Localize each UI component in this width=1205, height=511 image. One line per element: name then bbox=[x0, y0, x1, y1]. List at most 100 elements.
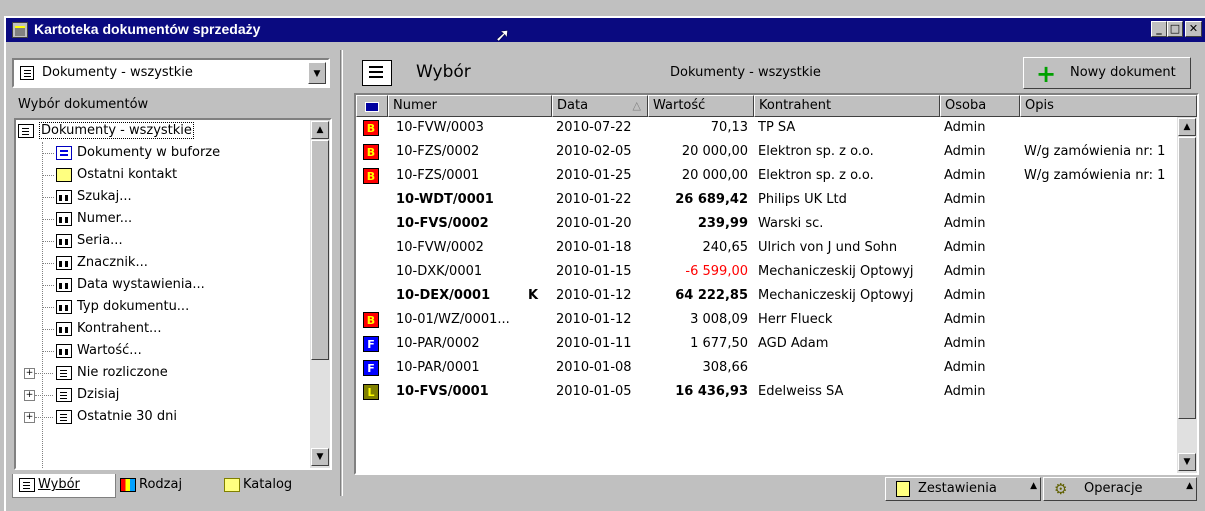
table-row[interactable]: B 10-01/WZ/0001... 2010-01-12 3 008,09 Herr … bbox=[356, 309, 1176, 331]
tree-item-contractor[interactable]: Kontrahent... bbox=[56, 318, 161, 340]
operations-button[interactable]: ⚙ Operacje ▲ bbox=[1043, 477, 1197, 501]
scroll-up-icon[interactable]: ▲ bbox=[1178, 118, 1196, 136]
tree-item-label: Nie rozliczone bbox=[77, 365, 168, 380]
cell-data: 2010-01-22 bbox=[556, 192, 632, 207]
scroll-down-icon[interactable]: ▼ bbox=[1178, 453, 1196, 471]
table-row[interactable]: 10-FVS/0002 2010-01-20 239,99 Warski sc. Adm… bbox=[356, 213, 1176, 235]
tree-item-today[interactable]: Dzisiaj bbox=[56, 384, 119, 406]
table-row[interactable]: B 10-FVW/0003 2010-07-22 70,13 TP SA Admin bbox=[356, 117, 1176, 139]
document-status-badge: B bbox=[363, 168, 379, 184]
table-row[interactable]: B 10-FZS/0002 2010-02-05 20 000,00 Elektron … bbox=[356, 141, 1176, 163]
table-scrollbar[interactable]: ▲ ▼ bbox=[1177, 117, 1197, 473]
expand-icon[interactable]: + bbox=[24, 412, 35, 423]
tree-item-issue-date[interactable]: Data wystawienia... bbox=[56, 274, 205, 296]
scroll-thumb[interactable] bbox=[311, 140, 329, 360]
cell-opis bbox=[1024, 357, 1176, 379]
tree-scrollbar[interactable]: ▲ ▼ bbox=[310, 120, 330, 468]
binoculars-icon bbox=[56, 321, 72, 336]
cell-opis bbox=[1024, 381, 1176, 403]
tree-line bbox=[42, 175, 54, 176]
cell-data: 2010-01-12 bbox=[556, 312, 632, 327]
tree-item-number[interactable]: Numer... bbox=[56, 208, 132, 230]
table-row[interactable]: 10-DXK/0001 2010-01-15 -6 599,00 Mechanicze… bbox=[356, 261, 1176, 283]
column-opis[interactable]: Opis bbox=[1020, 95, 1197, 117]
documents-panel: Wybór Dokumenty - wszystkie + Nowy dokum… bbox=[350, 52, 1201, 501]
column-osoba[interactable]: Osoba bbox=[940, 95, 1020, 117]
splitter[interactable] bbox=[340, 50, 343, 496]
tree-item-search[interactable]: Szukaj... bbox=[56, 186, 132, 208]
cell-flag: K bbox=[528, 288, 539, 303]
new-document-button[interactable]: + Nowy dokument bbox=[1023, 57, 1191, 89]
tree-item-unsettled[interactable]: Nie rozliczone bbox=[56, 362, 168, 384]
cell-data: 2010-01-08 bbox=[556, 360, 632, 375]
close-icon[interactable]: ✕ bbox=[1185, 21, 1202, 37]
cell-kontrahent: Mechaniczeskij Optowyj bbox=[758, 264, 914, 279]
tree-item-last-contact[interactable]: Ostatni kontakt bbox=[56, 164, 177, 186]
column-data[interactable]: Data △ bbox=[552, 95, 648, 117]
folder-icon bbox=[224, 477, 240, 492]
tab-label: Wybór bbox=[38, 477, 80, 492]
cell-flag bbox=[528, 357, 548, 379]
table-row[interactable]: B 10-FZS/0001 2010-01-25 20 000,00 Elektron … bbox=[356, 165, 1176, 187]
column-kontrahent[interactable]: Kontrahent bbox=[754, 95, 940, 117]
table-row[interactable]: F 10-PAR/0001 2010-01-08 308,66 Admin bbox=[356, 357, 1176, 379]
mouse-cursor-icon: ➚ bbox=[495, 25, 511, 46]
expand-icon[interactable]: + bbox=[24, 390, 35, 401]
tab-katalog[interactable]: Katalog bbox=[224, 474, 328, 498]
cell-flag bbox=[528, 165, 548, 187]
tree-item-last-30-days[interactable]: Ostatnie 30 dni bbox=[56, 406, 177, 428]
reports-button[interactable]: Zestawienia ▲ bbox=[885, 477, 1041, 501]
expand-icon[interactable]: + bbox=[24, 368, 35, 379]
table-row[interactable]: 10-WDT/0001 2010-01-22 26 689,42 Philips UK… bbox=[356, 189, 1176, 211]
table-row[interactable]: 10-FVW/0002 2010-01-18 240,65 Ulrich von J … bbox=[356, 237, 1176, 259]
tab-wybor[interactable]: Wybór bbox=[12, 474, 116, 498]
tree-item-value[interactable]: Wartość... bbox=[56, 340, 142, 362]
cell-numer: 10-FVW/0003 bbox=[396, 120, 484, 135]
tree-item-series[interactable]: Seria... bbox=[56, 230, 123, 252]
document-status-badge: L bbox=[363, 384, 379, 400]
tree-item-all-documents[interactable]: Dokumenty - wszystkie bbox=[18, 120, 194, 142]
scroll-up-icon[interactable]: ▲ bbox=[311, 121, 329, 139]
panel-title: Wybór bbox=[416, 62, 471, 82]
cell-data: 2010-01-05 bbox=[556, 384, 632, 399]
binoculars-icon bbox=[56, 343, 72, 358]
plus-icon: + bbox=[1036, 60, 1057, 88]
title-bar[interactable]: Kartoteka dokumentów sprzedaży _ □ ✕ bbox=[6, 18, 1205, 42]
chevron-down-icon[interactable]: ▼ bbox=[308, 62, 326, 84]
tab-rodzaj[interactable]: Rodzaj bbox=[120, 474, 216, 498]
tree-item-doc-type[interactable]: Typ dokumentu... bbox=[56, 296, 189, 318]
cell-wartosc: 20 000,00 bbox=[681, 168, 748, 183]
maximize-icon[interactable]: □ bbox=[1167, 21, 1183, 37]
cell-kontrahent: AGD Adam bbox=[758, 336, 829, 351]
table-row[interactable]: L 10-FVS/0001 2010-01-05 16 436,93 Edelweiss… bbox=[356, 381, 1176, 403]
cell-osoba: Admin bbox=[944, 264, 986, 279]
cell-data: 2010-01-11 bbox=[556, 336, 632, 351]
document-list-icon bbox=[20, 66, 34, 80]
cell-data: 2010-01-25 bbox=[556, 168, 632, 183]
column-select[interactable] bbox=[356, 95, 388, 117]
document-status-badge: B bbox=[363, 312, 379, 328]
tree-item-label: Ostatnie 30 dni bbox=[77, 409, 177, 424]
tree-item-marker[interactable]: Znacznik... bbox=[56, 252, 148, 274]
scroll-down-icon[interactable]: ▼ bbox=[311, 448, 329, 466]
app-icon[interactable] bbox=[12, 22, 28, 38]
binoculars-icon bbox=[56, 299, 72, 314]
bottom-toolbar: Zestawienia ▲ ⚙ Operacje ▲ bbox=[350, 475, 1201, 501]
tab-label: Katalog bbox=[243, 477, 293, 492]
cell-flag bbox=[528, 213, 548, 235]
scroll-thumb[interactable] bbox=[1178, 137, 1196, 419]
tree-line bbox=[42, 329, 54, 330]
cell-kontrahent: Philips UK Ltd bbox=[758, 192, 847, 207]
column-numer[interactable]: Numer bbox=[388, 95, 552, 117]
category-icon bbox=[120, 477, 136, 492]
tree-line bbox=[42, 142, 43, 468]
table-row[interactable]: F 10-PAR/0002 2010-01-11 1 677,50 AGD Adam Ad… bbox=[356, 333, 1176, 355]
tree-item-buffer[interactable]: Dokumenty w buforze bbox=[56, 142, 220, 164]
document-icon bbox=[19, 477, 35, 492]
selection-combo[interactable]: Dokumenty - wszystkie ▼ bbox=[12, 58, 330, 88]
column-wartosc[interactable]: Wartość bbox=[648, 95, 754, 117]
table-row[interactable]: 10-DEX/0001 K 2010-01-12 64 222,85 Mechanicz… bbox=[356, 285, 1176, 307]
cell-kontrahent bbox=[758, 357, 940, 379]
cell-kontrahent: Herr Flueck bbox=[758, 312, 833, 327]
minimize-icon[interactable]: _ bbox=[1151, 21, 1167, 37]
